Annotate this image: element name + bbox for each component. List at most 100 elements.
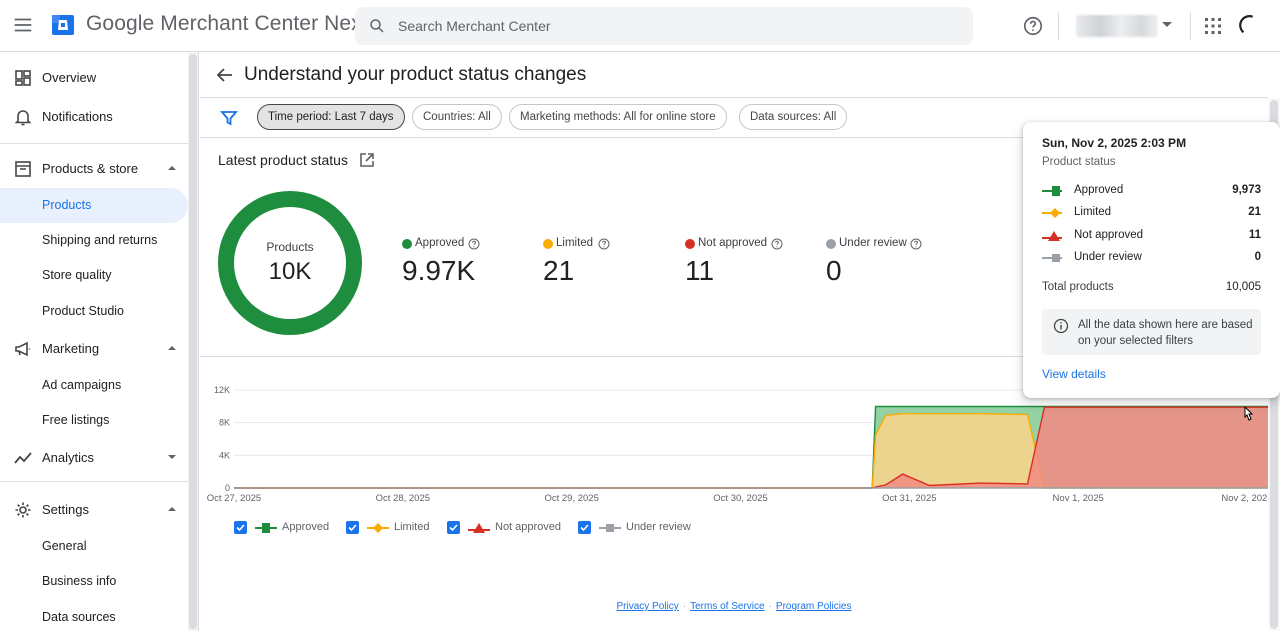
account-name-redacted (1076, 15, 1158, 37)
stat-label: Approved (415, 237, 465, 249)
sidebar-item-label: Products (42, 198, 92, 212)
sidebar-item-marketing[interactable]: Marketing (0, 331, 188, 367)
y-tick-label: 12K (214, 385, 230, 395)
app-brand[interactable]: Google Merchant Center Next (86, 12, 368, 36)
megaphone-icon (15, 341, 31, 357)
sidebar-item-general[interactable]: General (0, 529, 188, 564)
store-icon (15, 161, 31, 177)
loading-spinner-icon (1239, 15, 1254, 34)
stat-value: 21 (543, 255, 575, 286)
tooltip-total: Total products 10,005 (1042, 281, 1261, 297)
y-tick-label: 0 (225, 483, 230, 493)
sidebar-scrollbar[interactable] (188, 52, 198, 631)
brand-google: Google (86, 12, 155, 35)
privacy-policy-link[interactable]: Privacy Policy (617, 601, 679, 612)
sidebar-item-label: General (42, 539, 87, 553)
x-tick-label: Oct 27, 2025 (207, 493, 261, 504)
footer-separator: · (682, 601, 687, 612)
sidebar-item-free-listings[interactable]: Free listings (0, 403, 188, 438)
divider (1190, 12, 1191, 40)
tooltip-value: 21 (1248, 206, 1261, 218)
tooltip-row-under-review: Under review 0 (1042, 250, 1261, 266)
mouse-pointer-icon (1244, 406, 1254, 421)
menu-icon[interactable] (12, 14, 34, 36)
view-details-link[interactable]: View details (1042, 367, 1106, 381)
sidebar-item-label: Data sources (42, 610, 116, 624)
status-dot (685, 239, 695, 249)
y-tick-label: 4K (219, 450, 230, 460)
footer: Privacy Policy · Terms of Service · Program … (200, 601, 1268, 615)
program-policies-link[interactable]: Program Policies (776, 601, 852, 612)
filter-chip-marketing-methods[interactable]: Marketing methods: All for online store (509, 104, 727, 130)
limited-series-icon (1042, 208, 1062, 218)
filter-icon[interactable] (220, 109, 238, 127)
stat-label: Under review (839, 237, 907, 249)
sidebar-item-product-studio[interactable]: Product Studio (0, 294, 188, 329)
account-switcher[interactable] (1074, 13, 1178, 39)
scrollbar-thumb[interactable] (189, 54, 197, 629)
search-input[interactable] (398, 15, 938, 37)
help-icon[interactable] (598, 238, 610, 250)
sidebar-item-label: Ad campaigns (42, 378, 122, 392)
gear-icon (15, 502, 31, 518)
sidebar-item-business-info[interactable]: Business info (0, 564, 188, 599)
sidebar-item-analytics[interactable]: Analytics (0, 440, 188, 476)
help-icon[interactable] (468, 238, 480, 250)
stat-value: 9.97K (402, 255, 476, 286)
section-title: Latest product status (218, 152, 348, 168)
help-icon[interactable] (1022, 15, 1044, 37)
filter-chip-time-period[interactable]: Time period: Last 7 days (257, 104, 405, 130)
checkbox-checked-icon[interactable] (346, 521, 359, 534)
x-tick-label: Nov 2, 2025 (1221, 493, 1268, 504)
sidebar-item-data-sources[interactable]: Data sources (0, 600, 188, 631)
sidebar-item-label: Business info (42, 574, 117, 588)
sidebar-item-products[interactable]: Products (0, 188, 188, 223)
back-arrow-icon[interactable] (215, 65, 235, 85)
help-icon[interactable] (910, 238, 922, 250)
checkbox-checked-icon[interactable] (578, 521, 591, 534)
divider (1058, 12, 1059, 40)
filter-chip-countries[interactable]: Countries: All (412, 104, 502, 130)
bell-icon (14, 110, 32, 126)
checkbox-checked-icon[interactable] (447, 521, 460, 534)
sidebar-item-settings[interactable]: Settings (0, 492, 188, 528)
sidebar-item-products-store[interactable]: Products & store (0, 151, 188, 187)
checkbox-checked-icon[interactable] (234, 521, 247, 534)
status-dot (543, 239, 553, 249)
sidebar-item-ad-campaigns[interactable]: Ad campaigns (0, 368, 188, 403)
chevron-up-icon (168, 507, 176, 511)
tooltip-total-value: 10,005 (1225, 281, 1261, 293)
chart-tooltip: Sun, Nov 2, 2025 2:03 PM Product status … (1023, 122, 1280, 398)
sidebar-item-label: Notifications (42, 109, 113, 124)
help-icon[interactable] (771, 238, 783, 250)
x-tick-label: Oct 31, 2025 (882, 493, 936, 504)
tooltip-value: 0 (1254, 251, 1261, 263)
search-icon (370, 19, 384, 33)
filter-chip-data-sources[interactable]: Data sources: All (739, 104, 848, 130)
approved-series-icon (1042, 186, 1062, 196)
stat-label: Not approved (698, 237, 768, 249)
legend-label: Under review (626, 521, 691, 533)
sidebar-item-notifications[interactable]: Notifications (0, 99, 188, 135)
apps-grid-icon[interactable] (1204, 17, 1222, 35)
tooltip-row-not-approved: Not approved 11 (1042, 228, 1261, 244)
status-dot (402, 239, 412, 249)
sidebar-item-overview[interactable]: Overview (0, 60, 188, 96)
terms-of-service-link[interactable]: Terms of Service (690, 601, 764, 612)
tooltip-label: Approved (1074, 184, 1124, 196)
chevron-up-icon (168, 166, 176, 170)
open-in-new-icon[interactable] (358, 151, 376, 169)
tooltip-info-box: All the data shown here are based on you… (1042, 309, 1261, 355)
sidebar-item-store-quality[interactable]: Store quality (0, 258, 188, 293)
limited-series-icon (367, 523, 389, 533)
legend-label: Not approved (495, 521, 562, 533)
page-title: Understand your product status changes (244, 64, 587, 85)
not-approved-series-icon (1042, 231, 1062, 241)
stat-value: 0 (826, 255, 842, 286)
tooltip-label: Not approved (1074, 229, 1144, 241)
search-box[interactable] (355, 7, 973, 45)
y-tick-label: 8K (219, 418, 230, 428)
sidebar-item-shipping[interactable]: Shipping and returns (0, 223, 188, 258)
sidebar-nav: Overview Notifications Products & store … (0, 52, 199, 631)
sidebar-item-label: Settings (42, 502, 89, 517)
